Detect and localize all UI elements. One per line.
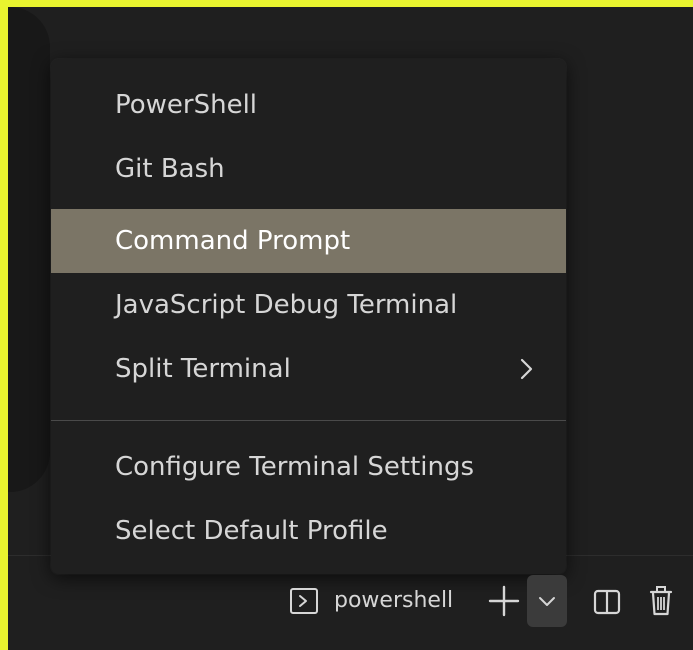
terminal-icon [288, 585, 320, 617]
chevron-down-icon[interactable] [527, 575, 567, 627]
menu-item-javascript-debug-terminal[interactable]: JavaScript Debug Terminal [51, 273, 566, 337]
new-terminal-button-group [483, 575, 569, 627]
menu-divider [51, 420, 566, 421]
menu-item-git-bash[interactable]: Git Bash [51, 137, 566, 201]
split-editor-icon[interactable] [590, 585, 624, 619]
menu-item-powershell[interactable]: PowerShell [51, 73, 566, 137]
menu-item-configure-terminal-settings[interactable]: Configure Terminal Settings [51, 435, 566, 499]
plus-icon[interactable] [483, 575, 525, 627]
menu-item-select-default-profile[interactable]: Select Default Profile [51, 499, 566, 563]
menu-item-split-terminal-label: Split Terminal [115, 354, 291, 384]
chevron-right-icon [516, 337, 536, 401]
terminal-tab-label[interactable]: powershell [334, 585, 453, 617]
terminal-panel: PowerShell Git Bash Command Prompt JavaS… [8, 7, 693, 650]
trash-icon[interactable] [644, 583, 678, 619]
menu-item-command-prompt[interactable]: Command Prompt [51, 209, 566, 273]
new-terminal-dropdown-menu: PowerShell Git Bash Command Prompt JavaS… [51, 59, 566, 574]
menu-item-split-terminal[interactable]: Split Terminal [51, 337, 566, 401]
editor-area-edge [8, 7, 50, 492]
terminal-toolbar: powershell [8, 567, 693, 627]
